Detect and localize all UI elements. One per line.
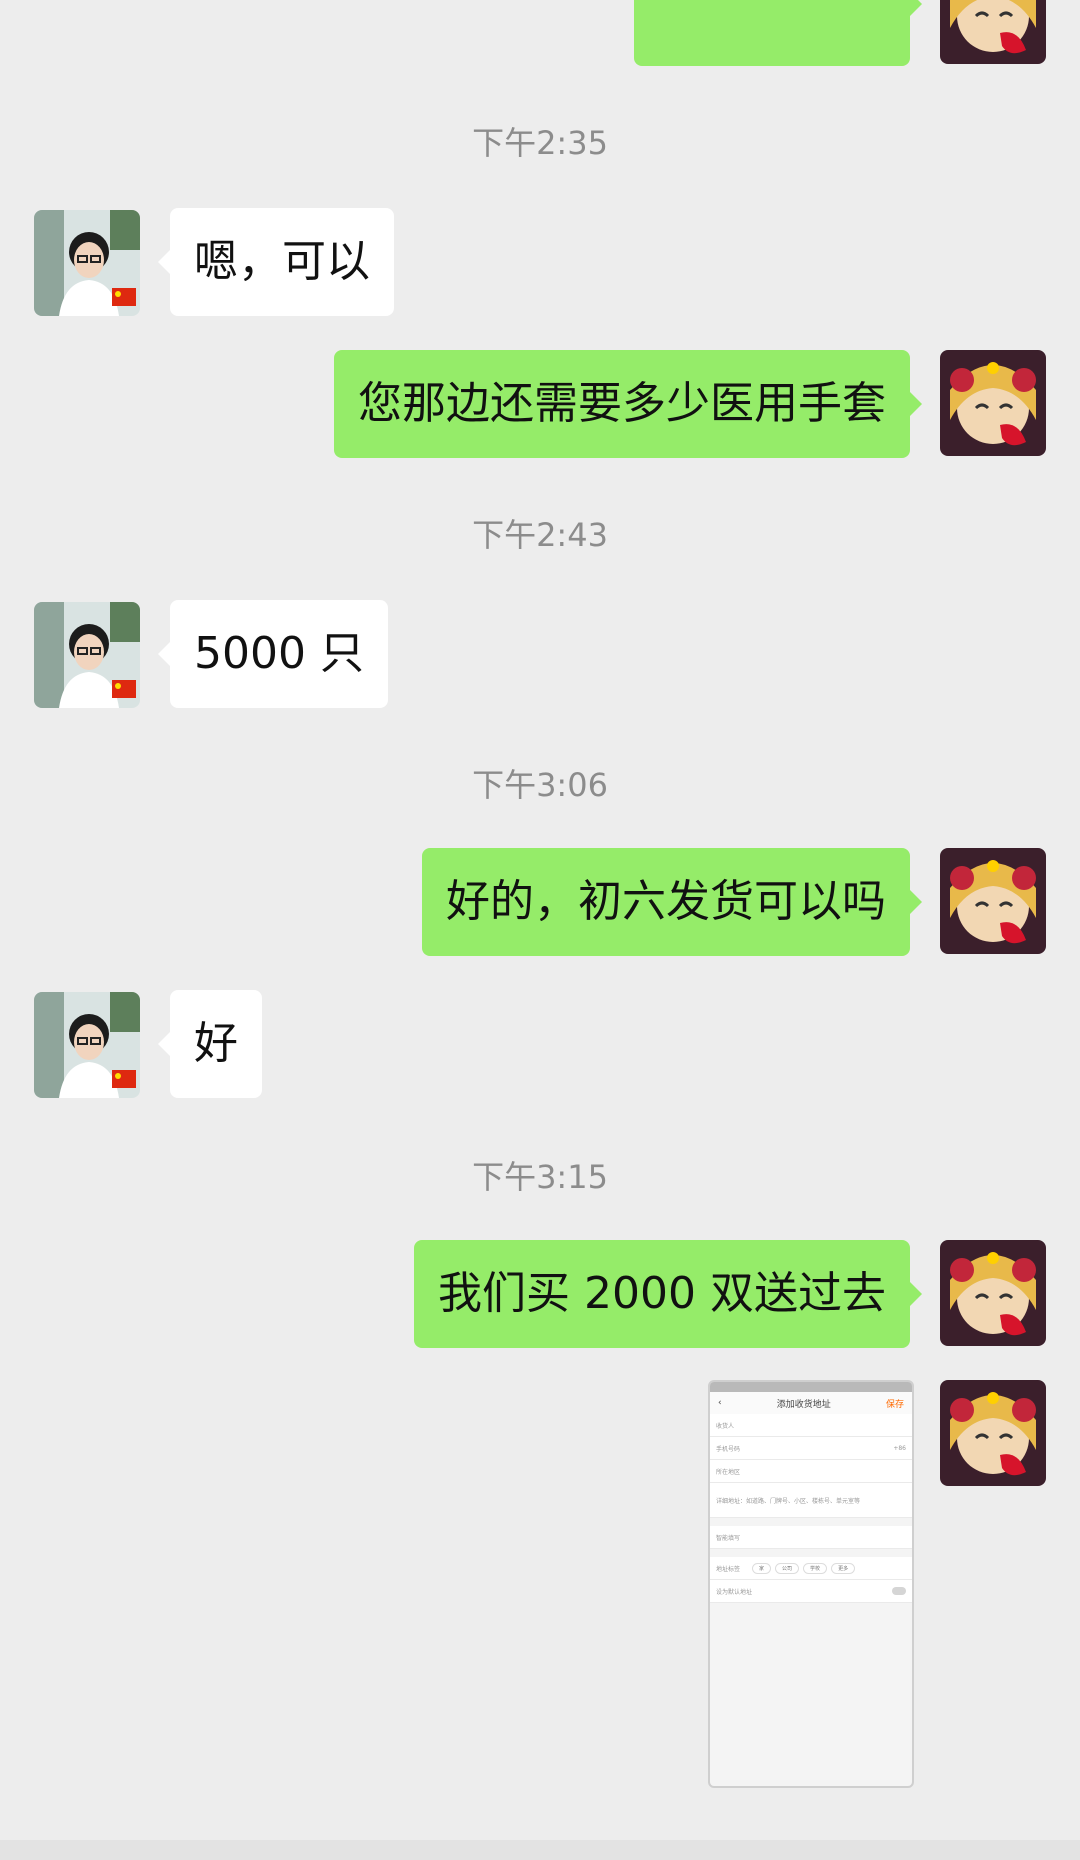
message-bubble[interactable]: 好的，初六发货可以吗 — [422, 848, 922, 956]
contact-avatar[interactable] — [34, 602, 140, 708]
thumb-field-phone: 手机号码 +86 — [710, 1437, 912, 1460]
anime-avatar-icon — [940, 0, 1046, 64]
my-avatar[interactable] — [940, 1240, 1046, 1346]
thumb-field-region: 所在地区 — [710, 1460, 912, 1483]
message-bubble[interactable]: 好 — [158, 990, 262, 1098]
message-bubble[interactable]: 我们买 2000 双送过去 — [414, 1240, 922, 1348]
thumb-phone-prefix: +86 — [893, 1444, 906, 1452]
message-bubble[interactable]: 5000 只 — [158, 600, 388, 708]
contact-avatar[interactable] — [34, 992, 140, 1098]
timestamp: 下午2:35 — [472, 124, 608, 162]
thumb-field-address: 详细地址：如道路、门牌号、小区、楼栋号、单元室等 — [710, 1483, 912, 1518]
timestamp: 下午2:43 — [472, 516, 608, 554]
anime-avatar-icon — [940, 1240, 1046, 1346]
thumb-gap — [710, 1518, 912, 1526]
thumb-tag: 家 — [752, 1562, 772, 1574]
contact-avatar[interactable] — [34, 210, 140, 316]
thumb-save-label: 保存 — [885, 1399, 904, 1410]
thumb-field-default: 设为默认地址 — [710, 1580, 912, 1603]
back-icon: ‹ — [718, 1398, 722, 1408]
message-bubble-partial[interactable] — [634, 0, 922, 66]
anime-avatar-icon — [940, 350, 1046, 456]
my-avatar[interactable] — [940, 848, 1046, 954]
timestamp: 下午3:06 — [472, 766, 608, 804]
contact-photo-icon — [34, 992, 140, 1098]
thumb-tags-label: 地址标签 — [716, 1565, 741, 1573]
thumb-field-phone-label: 手机号码 — [716, 1445, 741, 1453]
my-avatar[interactable] — [940, 0, 1046, 64]
thumb-gap — [710, 1549, 912, 1557]
chat-window: 下午2:35 嗯，可以 您那边还需要多少医用手套 下午2:43 5000 只 下… — [0, 0, 1080, 1860]
thumb-title: 添加收货地址 — [776, 1399, 831, 1410]
thumb-field-smart-fill: 智能填写 — [710, 1526, 912, 1549]
thumb-field-recipient: 收货人 — [710, 1414, 912, 1437]
my-avatar[interactable] — [940, 350, 1046, 456]
message-bubble[interactable]: 您那边还需要多少医用手套 — [334, 350, 922, 458]
thumb-tag-list: 家 公司 学校 更多 — [752, 1562, 856, 1574]
image-message-thumbnail[interactable]: ‹ 添加收货地址 保存 收货人 手机号码 +86 所在地区 详细地址：如道路、门… — [708, 1380, 914, 1788]
my-avatar[interactable] — [940, 1380, 1046, 1486]
thumb-header: ‹ 添加收货地址 保存 — [710, 1392, 912, 1414]
thumb-field-tags: 地址标签 家 公司 学校 更多 — [710, 1557, 912, 1580]
contact-photo-icon — [34, 602, 140, 708]
thumb-default-label: 设为默认地址 — [716, 1588, 753, 1596]
anime-avatar-icon — [940, 848, 1046, 954]
toggle-icon — [892, 1587, 906, 1595]
thumb-tag: 公司 — [775, 1562, 800, 1574]
thumb-tag: 更多 — [831, 1562, 856, 1574]
input-bar-edge — [0, 1840, 1080, 1860]
thumb-tag: 学校 — [803, 1562, 828, 1574]
thumb-status-bar — [710, 1382, 912, 1392]
timestamp: 下午3:15 — [472, 1158, 608, 1196]
anime-avatar-icon — [940, 1380, 1046, 1486]
contact-photo-icon — [34, 210, 140, 316]
message-bubble[interactable]: 嗯，可以 — [158, 208, 394, 316]
